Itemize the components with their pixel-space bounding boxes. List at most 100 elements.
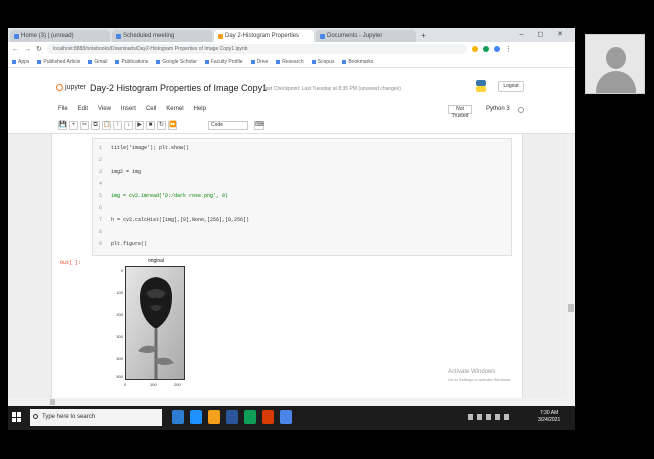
avatar-body (596, 71, 636, 93)
browser-tab[interactable]: Documents - Jupyter (316, 30, 416, 42)
copy-icon[interactable]: ⧉ (91, 121, 100, 130)
menu-file[interactable]: File (58, 106, 68, 112)
stop-icon[interactable]: ■ (146, 121, 155, 130)
forward-icon[interactable]: → (24, 46, 31, 53)
horizontal-scrollbar[interactable] (8, 398, 575, 406)
menu-view[interactable]: View (98, 106, 111, 112)
logout-button[interactable]: Logout (498, 81, 524, 92)
cut-icon[interactable]: ✂ (80, 121, 89, 130)
bookmarks-bar: Apps Published Article Gmail Publication… (8, 56, 575, 68)
taskbar-clock[interactable]: 7:30 AM 3/24/2021 (538, 410, 560, 424)
code-line: 7h = cv2.calcHist([img],[0],None,[256],[… (99, 217, 250, 223)
jupyter-header: jupyter Day-2 Histogram Properties of Im… (8, 68, 575, 102)
bookmark-icon (204, 59, 209, 64)
task-view-icon[interactable] (172, 410, 184, 424)
code-line: 6 (99, 205, 103, 211)
code-cell[interactable]: 1 title('image'); plt.show() 2 3 img2 = i… (92, 138, 512, 256)
bookmark[interactable]: Published Article (37, 59, 80, 65)
menu-help[interactable]: Help (194, 106, 206, 112)
kernel-name: Python 3 (486, 106, 510, 112)
notebook-title[interactable]: Day-2 Histogram Properties of Image Copy… (90, 83, 267, 93)
powerpoint-icon[interactable] (262, 410, 274, 424)
bookmark[interactable]: Apps (12, 59, 29, 65)
code-line: 4 (99, 181, 103, 187)
word-icon[interactable] (226, 410, 238, 424)
jupyter-menubar: File Edit View Insert Cell Kernel Help N… (8, 102, 575, 119)
menu-cell[interactable]: Cell (146, 106, 156, 112)
cell-type-select[interactable]: Code (208, 121, 248, 130)
move-up-icon[interactable]: ↑ (113, 121, 122, 130)
move-down-icon[interactable]: ↓ (124, 121, 133, 130)
bookmark[interactable]: Gmail (88, 59, 107, 65)
tab-favicon-icon (14, 33, 19, 39)
restart-icon[interactable]: ↻ (157, 121, 166, 130)
bookmark[interactable]: Scopus (311, 59, 334, 65)
system-tray (468, 414, 509, 420)
add-cell-icon[interactable]: + (69, 121, 78, 130)
browser-tab-active[interactable]: Day 2-Histogram Properties (214, 30, 314, 42)
network-icon[interactable] (477, 414, 482, 420)
save-icon[interactable]: 💾 (58, 121, 67, 130)
profile-icon[interactable] (493, 46, 500, 52)
url-field[interactable]: localhost:8888/notebooks/Downloads/Day2-… (46, 44, 467, 54)
vertical-scrollbar-thumb[interactable] (568, 304, 574, 312)
tab-favicon-icon (218, 33, 223, 39)
window-controls[interactable]: – ◻ ✕ (520, 30, 569, 38)
trusted-badge[interactable]: Not Trusted (448, 105, 472, 119)
horizontal-scrollbar-thumb[interactable] (50, 399, 55, 405)
zoom-icon[interactable] (280, 410, 292, 424)
activate-windows-watermark: Activate Windows Go to Settings to activ… (448, 369, 512, 382)
tray-arrow-icon[interactable] (468, 414, 473, 420)
y-tick-label: 0 (120, 268, 123, 273)
reload-icon[interactable]: ↻ (36, 45, 42, 53)
bookmark[interactable]: Google Scholar (156, 59, 197, 65)
jupyter-logo[interactable]: jupyter (56, 84, 86, 91)
new-tab-button[interactable]: + (421, 30, 426, 42)
browser-tab[interactable]: Home (3) | (unread) (10, 30, 110, 42)
menu-kernel[interactable]: Kernel (166, 106, 183, 112)
file-explorer-icon[interactable] (208, 410, 220, 424)
rose-image (125, 266, 185, 380)
notebook-page: 1 title('image'); plt.show() 2 3 img2 = i… (51, 134, 523, 406)
back-icon[interactable]: ← (12, 46, 19, 53)
language-icon[interactable] (504, 414, 509, 420)
bookmark[interactable]: Drive (250, 59, 268, 65)
edge-icon[interactable] (190, 410, 202, 424)
menu-icon[interactable]: ⋮ (505, 45, 512, 53)
menu-edit[interactable]: Edit (78, 106, 88, 112)
kernel-status-icon (518, 107, 524, 113)
black-border-top (0, 0, 654, 28)
bookmark[interactable]: Research (276, 59, 304, 65)
code-line: 1 title('image'); plt.show() (99, 145, 190, 151)
paste-icon[interactable]: 📋 (102, 121, 111, 130)
taskbar-search[interactable]: Type here to search (30, 409, 162, 426)
y-tick-label: 300 (116, 334, 123, 339)
vertical-scrollbar[interactable] (567, 134, 575, 406)
code-line: 2 (99, 157, 103, 163)
bookmark-icon (37, 59, 42, 64)
output-prompt: Out[ ]: (60, 260, 82, 266)
bookmark[interactable]: Faculty Profile (204, 59, 243, 65)
keyboard-icon[interactable]: ⌨ (254, 121, 264, 130)
python-logo-icon (476, 80, 486, 92)
bookmark[interactable]: Bookmarks (342, 59, 373, 65)
battery-icon[interactable] (495, 414, 500, 420)
run-icon[interactable]: ▶ (135, 121, 144, 130)
extension-icon[interactable] (482, 46, 489, 52)
y-tick-label: 200 (116, 312, 123, 317)
browser-tab[interactable]: Scheduled meeting (112, 30, 212, 42)
y-tick-label: 400 (116, 356, 123, 361)
bookmark-icon (115, 59, 120, 64)
jupyter-toolbar: 💾 + ✂ ⧉ 📋 ↑ ↓ ▶ ■ ↻ ⏩ Code ⌨ (8, 118, 575, 134)
extension-icon[interactable] (471, 46, 478, 52)
browser-tab-bar: Home (3) | (unread) Scheduled meeting Da… (8, 28, 575, 42)
windows-start-icon[interactable] (12, 412, 22, 422)
volume-icon[interactable] (486, 414, 491, 420)
menu-insert[interactable]: Insert (121, 106, 136, 112)
tab-favicon-icon (320, 33, 325, 39)
webcam-thumbnail (585, 34, 645, 94)
windows-taskbar: Type here to search 7:30 AM 3/24/2021 (8, 406, 575, 430)
run-all-icon[interactable]: ⏩ (168, 121, 177, 130)
chrome-icon[interactable] (244, 410, 256, 424)
bookmark[interactable]: Publications (115, 59, 148, 65)
